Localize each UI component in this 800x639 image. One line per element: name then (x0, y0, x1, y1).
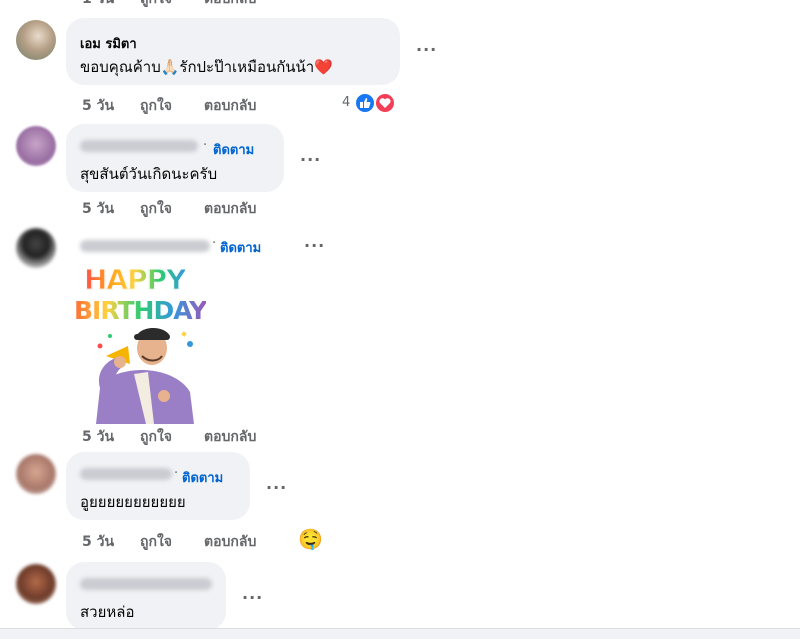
follow-link[interactable]: ติดตาม (213, 139, 254, 160)
sticker-birthday-text: BIRTHDAY (74, 296, 207, 325)
time-label: 1 วัน (82, 0, 114, 10)
reply-link[interactable]: ตอบกลับ (204, 0, 256, 10)
drooling-face-reaction-icon[interactable]: 🤤 (298, 527, 323, 551)
like-link[interactable]: ถูกใจ (140, 426, 172, 448)
comment-text: สุขสันต์วันเกิดนะครับ (80, 165, 218, 183)
time-label[interactable]: 5 วัน (82, 531, 114, 553)
follow-link[interactable]: ติดตาม (182, 467, 223, 488)
separator-dot: · (212, 236, 217, 251)
avatar[interactable] (16, 454, 56, 494)
avatar[interactable] (16, 126, 56, 166)
time-label[interactable]: 5 วัน (82, 426, 114, 448)
author-name-blurred[interactable] (80, 578, 212, 590)
more-options-button[interactable]: ··· (304, 236, 325, 255)
comment-bubble: · ติดตาม อูยยยยยยยยยยย (66, 452, 250, 520)
reply-link[interactable]: ตอบกลับ (204, 426, 256, 448)
comment-text: สวยหล่อ (80, 603, 135, 621)
like-link[interactable]: ถูกใจ (140, 0, 172, 10)
time-label[interactable]: 5 วัน (82, 198, 114, 220)
sticker-happy-text: HAPPY (83, 263, 186, 296)
separator-dot: · (174, 466, 179, 481)
like-reaction-icon (354, 92, 376, 114)
author-name-blurred[interactable] (80, 468, 172, 480)
comment-bubble: · ติดตาม สุขสันต์วันเกิดนะครับ (66, 124, 284, 192)
author-name-blurred[interactable] (80, 240, 210, 252)
author-name[interactable]: เอม รมิตา (80, 33, 137, 54)
birthday-sticker[interactable]: HAPPY BIRTHDAY (74, 264, 214, 424)
more-options-button[interactable]: ··· (266, 478, 287, 497)
sticker-man-figure (96, 327, 194, 424)
love-reaction-icon (374, 92, 396, 114)
reply-link[interactable]: ตอบกลับ (204, 95, 256, 117)
comment-bubble: สวยหล่อ (66, 562, 226, 630)
separator-dot: · (203, 138, 208, 153)
reply-link[interactable]: ตอบกลับ (204, 198, 256, 220)
comment-text: อูยยยยยยยยยยย (80, 493, 186, 511)
bottom-divider (0, 628, 800, 639)
avatar[interactable] (16, 228, 56, 268)
comment-text: ขอบคุณค้าบ🙏🏻รักปะป๊าเหมือนกันน้า❤️ (80, 58, 333, 76)
more-options-button[interactable]: ··· (300, 150, 321, 169)
previous-comment-meta: 1 วัน ถูกใจ ตอบกลับ (0, 0, 800, 10)
reaction-count: 4 (342, 95, 351, 110)
follow-link[interactable]: ติดตาม (220, 237, 261, 258)
like-link[interactable]: ถูกใจ (140, 531, 172, 553)
author-name-blurred[interactable] (80, 140, 198, 152)
time-label[interactable]: 5 วัน (82, 95, 114, 117)
reply-link[interactable]: ตอบกลับ (204, 531, 256, 553)
avatar[interactable] (16, 564, 56, 604)
more-options-button[interactable]: ··· (416, 40, 437, 59)
avatar[interactable] (16, 20, 56, 60)
more-options-button[interactable]: ··· (242, 588, 263, 607)
comment-bubble: เอม รมิตา ขอบคุณค้าบ🙏🏻รักปะป๊าเหมือนกันน… (66, 18, 400, 85)
like-link[interactable]: ถูกใจ (140, 95, 172, 117)
reactions-summary[interactable]: 4 (340, 92, 400, 114)
like-link[interactable]: ถูกใจ (140, 198, 172, 220)
